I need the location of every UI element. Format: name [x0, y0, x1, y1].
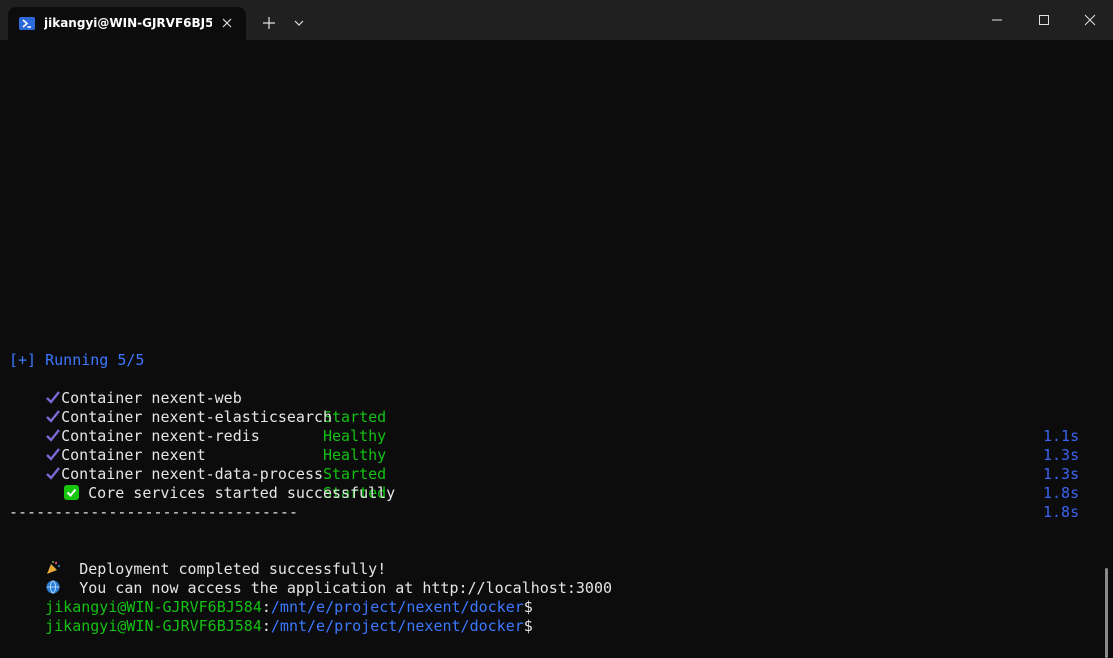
container-row: Container nexent-data-process Started 1.…: [9, 446, 1079, 521]
tab-title: jikangyi@WIN-GJRVF6BJ584: ,: [44, 16, 212, 30]
container-row: Container nexent-elasticsearch Healthy 1…: [9, 389, 1079, 464]
container-row: Container nexent-web Started 1.1s: [9, 370, 1079, 445]
container-time: 1.8s: [1043, 503, 1080, 521]
new-tab-icon[interactable]: [259, 13, 279, 33]
container-status: Healthy: [323, 427, 387, 445]
prompt-user: jikangyi@WIN-GJRVF6BJ584: [45, 617, 262, 635]
prompt-line[interactable]: jikangyi@WIN-GJRVF6BJ584:/mnt/e/project/…: [9, 598, 533, 635]
core-started-text: Core services started successfully: [88, 484, 396, 502]
container-time: 1.1s: [1043, 427, 1080, 445]
close-icon[interactable]: [1079, 10, 1101, 30]
tab-close-icon[interactable]: [218, 14, 236, 32]
container-status: Started: [323, 408, 387, 426]
check-box-icon: [64, 485, 80, 500]
container-status: Healthy: [323, 446, 387, 464]
terminal-tab[interactable]: jikangyi@WIN-GJRVF6BJ584: ,: [8, 7, 246, 40]
running-header: [+] Running 5/5: [9, 351, 145, 369]
maximize-icon[interactable]: [1033, 10, 1055, 30]
scrollbar[interactable]: [1105, 568, 1108, 658]
prompt-colon: :: [261, 617, 271, 635]
chevron-down-icon[interactable]: [290, 13, 308, 33]
core-started-line: Core services started successfully: [28, 465, 395, 502]
terminal-output[interactable]: [+] Running 5/5 Container nexent-web Sta…: [0, 40, 1113, 658]
prompt-symbol: $: [523, 617, 533, 635]
separator: --------------------------------: [9, 503, 298, 521]
deploy-done-line: Deployment completed successfully!: [9, 541, 386, 578]
title-bar: jikangyi@WIN-GJRVF6BJ584: ,: [0, 0, 1113, 40]
access-line: You can now access the application at ht…: [9, 560, 612, 597]
powershell-icon: [19, 17, 35, 30]
container-time: 1.8s: [1043, 484, 1080, 502]
minimize-icon[interactable]: [986, 10, 1008, 30]
container-row: Container nexent-redis Healthy 1.3s: [9, 408, 1079, 483]
container-time: 1.3s: [1043, 446, 1080, 464]
prompt-path: /mnt/e/project/nexent/docker: [270, 617, 524, 635]
container-time: 1.3s: [1043, 465, 1080, 483]
container-row: Container nexent Started 1.8s: [9, 427, 1079, 502]
prompt-line: jikangyi@WIN-GJRVF6BJ584:/mnt/e/project/…: [9, 579, 533, 616]
